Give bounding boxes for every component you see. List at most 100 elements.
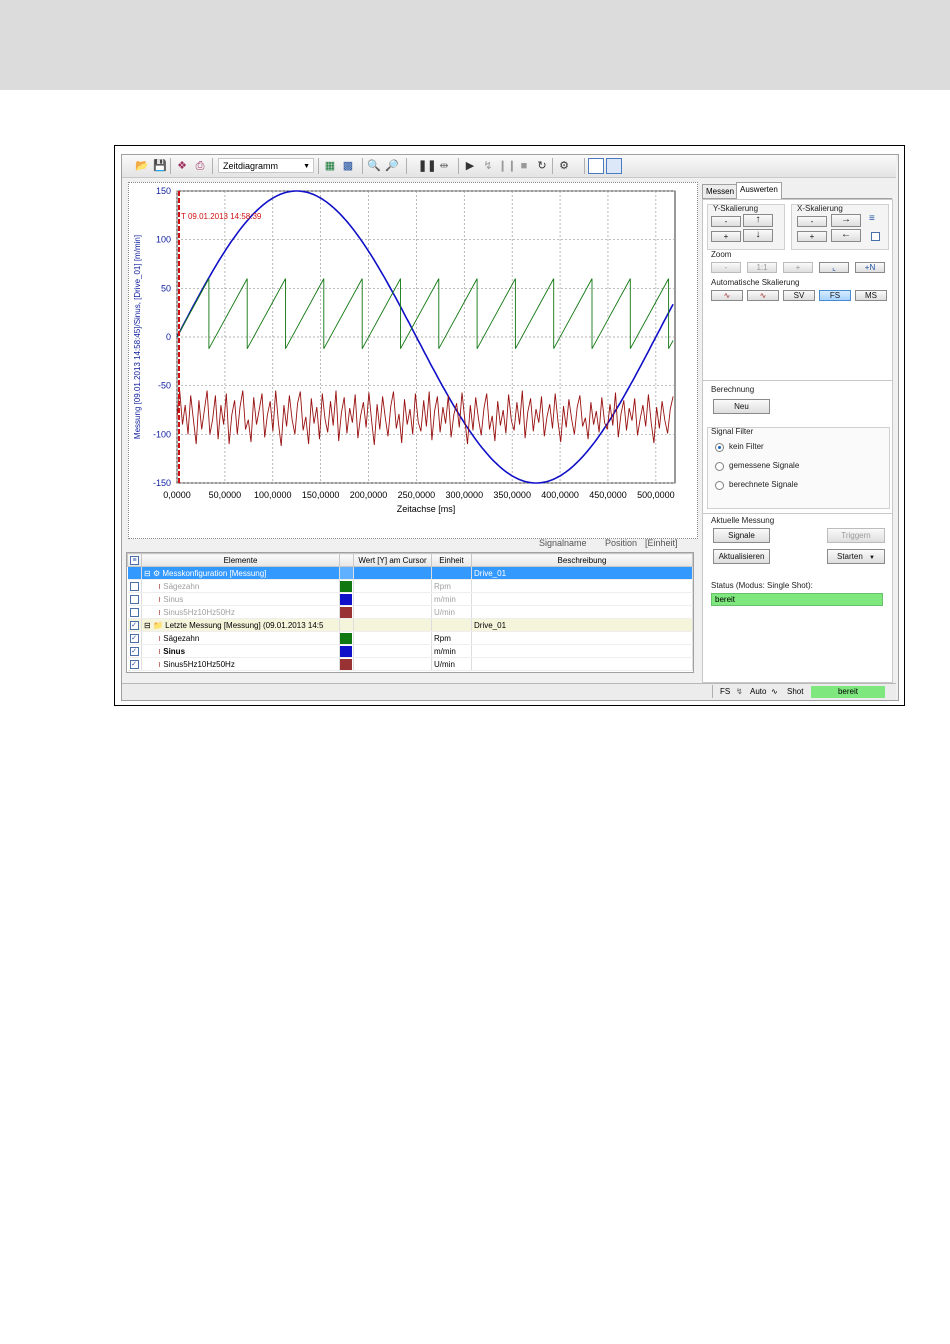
refresh-icon[interactable]: ↻ [534,158,550,174]
row-checkbox-cell[interactable]: ✓ [127,644,142,658]
chart-panel[interactable]: 150 100 50 0 -50 -100 -150 0,0000 50,0000 100,000… [128,182,698,539]
start-dropdown-button[interactable]: Starten ▼ [827,549,885,564]
auto-scale-x-icon[interactable]: ∿ [747,290,779,301]
diagram-type-dropdown[interactable]: Zeitdiagramm ▼ [218,158,314,173]
row-checkbox-cell[interactable] [127,592,142,606]
table-row[interactable]: ≀ Sinus5Hz10Hz50Hz U/min [127,605,693,619]
save-icon[interactable]: 💾 [152,158,168,174]
color-swatch[interactable] [340,606,352,618]
filter-measured-radio[interactable] [715,462,724,471]
zoom-window-icon[interactable]: ⌞ [819,262,849,273]
row-value-cell [353,631,432,645]
color-swatch[interactable] [340,593,352,605]
y-tick-label: 100 [156,235,171,245]
checked-checkbox[interactable]: ✓ [129,633,139,643]
column-header-unit[interactable]: Einheit [431,553,472,567]
export-icon[interactable]: ❖ [174,158,190,174]
row-checkbox-cell[interactable] [127,566,142,580]
arrow-left-icon[interactable]: ← [831,229,861,242]
x-scale-minus-button[interactable]: - [797,216,827,227]
checkbox[interactable] [129,594,139,604]
open-folder-icon[interactable]: 📂 [134,158,150,174]
x-tick-label: 50,0000 [209,490,242,500]
color-swatch[interactable] [340,580,352,592]
time-diagram-chart[interactable]: 150 100 50 0 -50 -100 -150 0,0000 50,0000 100,000… [129,183,697,538]
filter-calculated-radio[interactable] [715,481,724,490]
list-lines-icon[interactable]: ≡ [869,213,875,224]
arrow-down-icon[interactable]: ↓ [743,229,773,242]
new-calculation-button[interactable]: Neu [713,399,770,414]
table-row[interactable]: ✓ ≀ Sinus5Hz10Hz50Hz U/min [127,657,693,671]
auto-scale-sv-button[interactable]: SV [783,290,815,301]
zoom-reset-button[interactable]: 1:1 [747,262,777,273]
x-scale-plus-button[interactable]: + [797,231,827,242]
arrow-up-icon[interactable]: ↑ [743,214,773,227]
stop-icon[interactable]: ■ [516,158,532,174]
split-view-icon[interactable] [606,158,622,174]
table-view-icon[interactable]: ▦ [322,158,338,174]
table-row[interactable]: ✓ ⊟ 📁 Letzte Messung [Messung] (09.01.201… [127,618,693,632]
zoom-menu-icon[interactable]: 🔎 [384,158,400,174]
table-row[interactable]: ✓ ≀ Sägezahn Rpm [127,631,693,645]
filter-none-radio[interactable] [715,443,724,452]
auto-scale-ms-button[interactable]: MS [855,290,887,301]
zoom-fit-icon[interactable]: 🔍 [366,158,382,174]
checkbox[interactable] [129,581,139,591]
auto-scale-y-icon[interactable]: ∿ [711,290,743,301]
trigger-icon[interactable]: ↯ [480,158,496,174]
statusbar-auto: Auto [750,687,767,696]
column-header-value[interactable]: Wert [Y] am Cursor [353,553,432,567]
column-header-description[interactable]: Beschreibung [471,553,693,567]
select-all-checkbox[interactable]: ≡ [127,553,142,567]
auto-scale-fs-button[interactable]: FS [819,290,851,301]
row-checkbox-cell[interactable]: ✓ [127,618,142,632]
refresh-button[interactable]: Aktualisieren [713,549,770,564]
settings-gear-icon[interactable]: ⚙ [556,158,572,174]
row-checkbox-cell[interactable] [127,579,142,593]
row-checkbox-cell[interactable] [127,605,142,619]
table-row[interactable]: ≀ Sägezahn Rpm [127,579,693,593]
signal-icon: ≀ [158,607,164,617]
tab-auswerten[interactable]: Auswerten [736,182,782,199]
tab-messen[interactable]: Messen [702,184,739,198]
row-label: Letzte Messung [Messung] (09.01.2013 14:… [165,620,324,630]
play-icon[interactable]: ▶ [462,158,478,174]
zoom-in-button[interactable]: + [783,262,813,273]
cursor-icon[interactable]: ❚❚ [418,158,436,174]
row-value-cell [353,605,432,619]
row-checkbox-cell[interactable]: ✓ [127,657,142,671]
collapse-icon[interactable]: ⊟ [144,569,153,578]
table-row[interactable]: ✓ ≀ Sinus m/min [127,644,693,658]
status-label: Status (Modus: Single Shot): [711,581,813,590]
column-header-color [339,553,354,567]
table-row[interactable]: ≀ Sinus m/min [127,592,693,606]
x-scale-checkbox[interactable] [871,232,880,241]
row-element-cell: ≀ Sinus [141,592,340,606]
cursor-range-icon[interactable]: ⇹ [436,158,452,174]
collapse-icon[interactable]: ⊟ [144,621,153,630]
checked-checkbox[interactable]: ✓ [129,646,139,656]
trigger-button[interactable]: Triggern [827,528,885,543]
color-swatch[interactable] [340,645,352,657]
checked-checkbox[interactable]: ✓ [129,659,139,669]
y-scale-minus-button[interactable]: - [711,216,741,227]
row-label: Sinus [163,646,186,656]
print-icon[interactable]: ⎙ [192,158,208,174]
signals-button[interactable]: Signale [713,528,770,543]
layout-menu-icon[interactable]: ▩ [340,158,356,174]
row-checkbox-cell[interactable]: ✓ [127,631,142,645]
color-swatch[interactable] [340,632,352,644]
y-scale-plus-button[interactable]: + [711,231,741,242]
column-header-elements[interactable]: Elemente [141,553,340,567]
zoom-fit-button[interactable]: +N [855,262,885,273]
checked-checkbox[interactable]: ✓ [129,620,139,630]
diagram-type-value: Zeitdiagramm [223,161,279,171]
zoom-out-button[interactable]: - [711,262,741,273]
checkbox[interactable] [129,607,139,617]
pause-icon[interactable]: ❙❙ [498,158,516,174]
single-view-icon[interactable] [588,158,604,174]
table-row[interactable]: ⊟ ⚙ Messkonfiguration [Messung] Drive_01 [127,566,693,580]
arrow-right-icon[interactable]: → [831,214,861,227]
row-color-cell [339,592,354,606]
color-swatch[interactable] [340,658,352,670]
